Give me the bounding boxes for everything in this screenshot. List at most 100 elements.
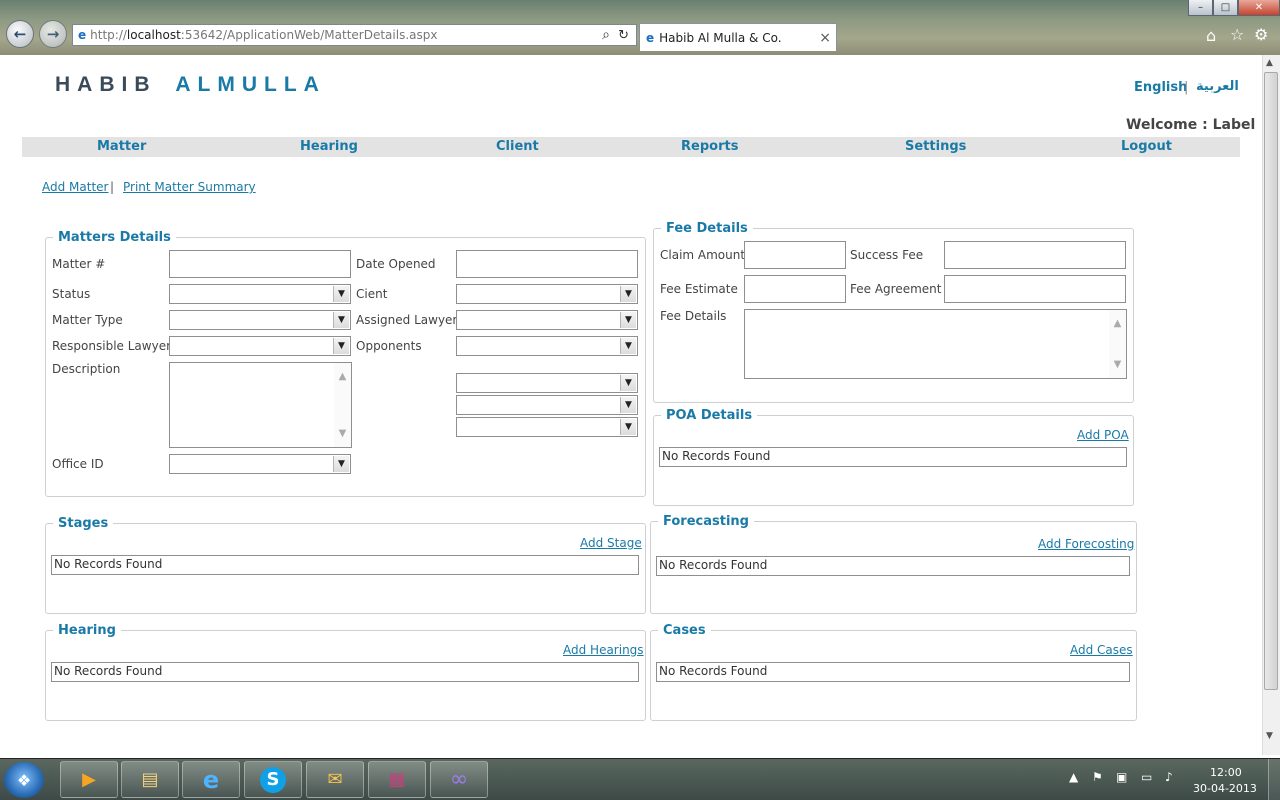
show-hidden-icons[interactable]: ▲: [1069, 770, 1078, 784]
matter-type-label: Matter Type: [52, 313, 123, 327]
client-select[interactable]: ▼: [456, 284, 638, 304]
textarea-scrollbar[interactable]: ▲ ▼: [334, 363, 351, 447]
nav-reports[interactable]: Reports: [681, 139, 738, 154]
matter-number-label: Matter #: [52, 257, 106, 271]
visual-studio-icon: ∞: [449, 767, 469, 792]
responsible-lawyer-select[interactable]: ▼: [169, 336, 351, 356]
opponent-select-3[interactable]: ▼: [456, 395, 638, 415]
maximize-button[interactable]: □: [1213, 0, 1238, 16]
opponent-select-4[interactable]: ▼: [456, 417, 638, 437]
home-icon[interactable]: ⌂: [1206, 26, 1216, 45]
taskbar-outlook[interactable]: ✉: [306, 761, 364, 798]
internet-explorer-icon: e: [202, 765, 220, 794]
forecasting-empty-text: No Records Found: [659, 558, 768, 572]
close-tab-icon[interactable]: ×: [819, 30, 831, 46]
favorites-star-icon[interactable]: ☆: [1230, 25, 1244, 44]
ie-tab-icon: e: [646, 30, 655, 45]
opponent-select-2[interactable]: ▼: [456, 373, 638, 393]
taskbar-media-player[interactable]: ▶: [60, 761, 118, 798]
chevron-down-icon: ▼: [620, 312, 636, 328]
add-hearings-link[interactable]: Add Hearings: [563, 643, 644, 657]
url-host: localhost: [126, 28, 181, 42]
assigned-lawyer-label: Assigned Lawyer: [356, 313, 458, 327]
matter-number-input[interactable]: [169, 250, 351, 278]
taskbar-file-explorer[interactable]: ▤: [121, 761, 179, 798]
cases-empty-text: No Records Found: [659, 664, 768, 678]
chevron-down-icon: ▼: [620, 338, 636, 354]
forward-button[interactable]: →: [39, 20, 67, 48]
hearing-empty-text: No Records Found: [54, 664, 163, 678]
language-english-link[interactable]: English: [1134, 80, 1187, 95]
cases-grid: No Records Found: [656, 662, 1130, 682]
taskbar-internet-explorer[interactable]: e: [182, 761, 240, 798]
action-center-flag-icon[interactable]: ⚑: [1092, 770, 1103, 784]
add-matter-link[interactable]: Add Matter: [42, 180, 108, 194]
opponents-select[interactable]: ▼: [456, 336, 638, 356]
add-cases-link[interactable]: Add Cases: [1070, 643, 1133, 657]
office-id-select[interactable]: ▼: [169, 454, 351, 474]
description-textarea[interactable]: ▲ ▼: [169, 362, 352, 448]
print-matter-summary-link[interactable]: Print Matter Summary: [123, 180, 256, 194]
forward-arrow-icon: →: [46, 25, 60, 43]
back-button[interactable]: ←: [6, 20, 34, 48]
action-separator: |: [110, 180, 115, 194]
nav-client[interactable]: Client: [496, 139, 539, 154]
scrollbar-thumb[interactable]: [1264, 72, 1278, 690]
chevron-down-icon: ▼: [620, 419, 636, 435]
fee-agreement-input[interactable]: [944, 275, 1126, 303]
scroll-down-icon[interactable]: ▼: [1266, 731, 1273, 741]
poa-grid: No Records Found: [659, 447, 1127, 467]
refresh-icon[interactable]: ↻: [618, 28, 629, 43]
clock-time[interactable]: 12:00: [1210, 766, 1242, 779]
poa-empty-text: No Records Found: [662, 449, 771, 463]
url-rest: :53642/ApplicationWeb/MatterDetails.aspx: [180, 28, 438, 42]
scroll-down-icon[interactable]: ▼: [339, 428, 347, 439]
tab-title: Habib Al Mulla & Co.: [659, 30, 782, 45]
address-bar[interactable]: e http://localhost:53642/ApplicationWeb/…: [72, 24, 637, 46]
claim-amount-input[interactable]: [744, 241, 846, 269]
fee-estimate-input[interactable]: [744, 275, 846, 303]
status-select[interactable]: ▼: [169, 284, 351, 304]
windows-logo-icon: ❖: [16, 770, 32, 790]
power-icon[interactable]: ▣: [1116, 770, 1127, 784]
nav-matter[interactable]: Matter: [97, 139, 146, 154]
scroll-up-icon[interactable]: ▲: [339, 371, 347, 382]
matter-type-select[interactable]: ▼: [169, 310, 351, 330]
tools-gear-icon[interactable]: ⚙: [1254, 25, 1268, 44]
nav-settings[interactable]: Settings: [905, 139, 966, 154]
file-explorer-icon: ▤: [141, 769, 159, 790]
show-desktop-button[interactable]: [1268, 759, 1280, 800]
close-window-button[interactable]: ✕: [1238, 0, 1280, 16]
browser-tab[interactable]: e Habib Al Mulla & Co. ×: [639, 23, 837, 51]
date-opened-input[interactable]: [456, 250, 638, 278]
outlook-icon: ✉: [327, 769, 343, 790]
language-arabic-link[interactable]: العربية: [1196, 79, 1239, 94]
add-poa-link[interactable]: Add POA: [1077, 428, 1129, 442]
taskbar-skype[interactable]: S: [244, 761, 302, 798]
scroll-up-icon[interactable]: ▲: [1114, 318, 1122, 329]
add-stage-link[interactable]: Add Stage: [580, 536, 642, 550]
welcome-text: Welcome : Label: [1126, 117, 1256, 133]
textarea-scrollbar[interactable]: ▲ ▼: [1109, 310, 1126, 378]
minimize-button[interactable]: –: [1188, 0, 1213, 16]
taskbar-winrar[interactable]: ▦: [368, 761, 426, 798]
nav-logout[interactable]: Logout: [1121, 139, 1172, 154]
add-forecasting-link[interactable]: Add Forecosting: [1038, 537, 1134, 551]
assigned-lawyer-select[interactable]: ▼: [456, 310, 638, 330]
fee-details-textarea[interactable]: ▲ ▼: [744, 309, 1127, 379]
forecasting-legend: Forecasting: [658, 514, 754, 529]
nav-hearing[interactable]: Hearing: [300, 139, 358, 154]
scroll-down-icon[interactable]: ▼: [1114, 359, 1122, 370]
volume-icon[interactable]: ♪: [1165, 770, 1173, 784]
success-fee-input[interactable]: [944, 241, 1126, 269]
start-button[interactable]: ❖: [4, 762, 44, 798]
taskbar-visual-studio[interactable]: ∞: [430, 761, 488, 798]
search-icon[interactable]: ⌕: [602, 27, 610, 43]
maximize-icon: □: [1220, 2, 1231, 13]
fee-estimate-label: Fee Estimate: [660, 282, 738, 296]
network-icon[interactable]: ▭: [1141, 770, 1152, 784]
clock-date[interactable]: 30-04-2013: [1193, 782, 1257, 795]
scroll-up-icon[interactable]: ▲: [1266, 58, 1273, 68]
fee-details-label: Fee Details: [660, 309, 727, 323]
client-label: Cient: [356, 287, 388, 301]
